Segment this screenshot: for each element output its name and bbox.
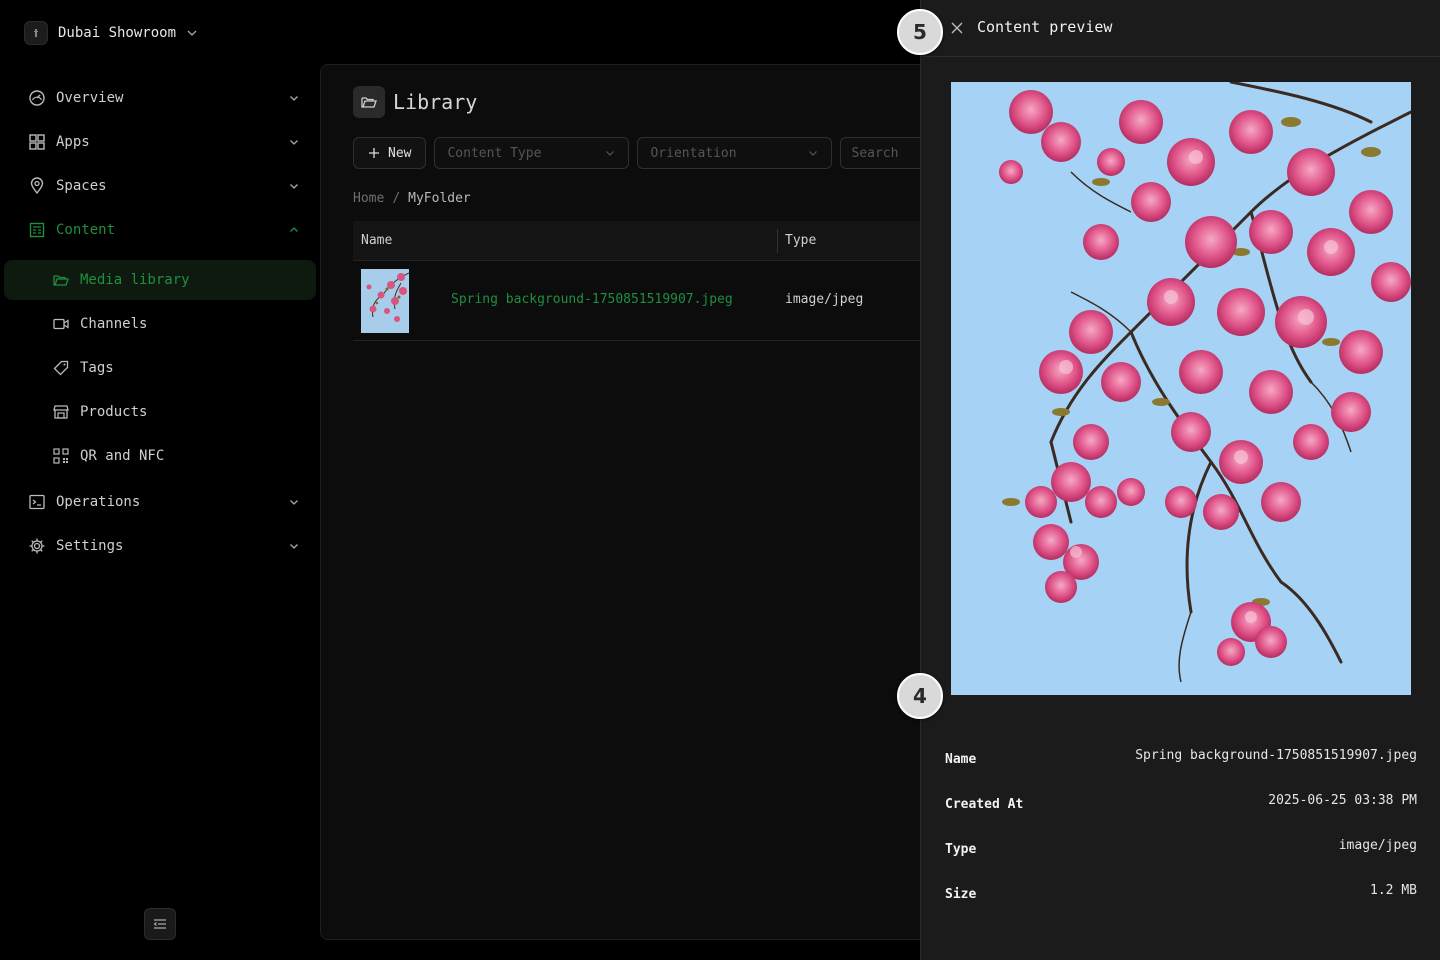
library-header: Library <box>353 85 477 119</box>
qr-code-icon <box>52 447 70 465</box>
chevron-down-icon <box>290 96 298 101</box>
search-placeholder: Search <box>851 145 899 161</box>
detail-label: Size <box>945 887 977 902</box>
detail-label: Type <box>945 842 977 857</box>
chevron-down-icon <box>187 30 197 36</box>
column-header-name[interactable]: Name <box>361 233 392 248</box>
detail-value: 1.2 MB <box>1370 883 1417 898</box>
sidebar-item-label: Operations <box>56 494 141 510</box>
sidebar-item-spaces[interactable]: Spaces <box>16 166 316 206</box>
orientation-placeholder: Orientation <box>650 145 737 161</box>
detail-value: 2025-06-25 03:38 PM <box>1268 793 1417 808</box>
sidebar-item-channels[interactable]: Channels <box>4 304 316 344</box>
column-header-type[interactable]: Type <box>785 233 816 248</box>
workspace-name: Dubai Showroom <box>58 25 177 41</box>
breadcrumb-current: MyFolder <box>408 191 471 206</box>
preview-image <box>951 82 1411 695</box>
grid-icon <box>28 133 46 151</box>
chevron-down-icon <box>290 140 298 145</box>
new-button[interactable]: New <box>353 137 427 169</box>
folder-open-icon <box>353 86 385 118</box>
detail-label: Name <box>945 752 977 767</box>
content-type-select[interactable]: Content Type <box>434 137 630 169</box>
chevron-down-icon <box>290 500 298 505</box>
orientation-select[interactable]: Orientation <box>637 137 833 169</box>
content-preview-drawer: Content preview Name Spring background-1… <box>920 0 1440 960</box>
drawer-header: Content preview <box>921 0 1440 57</box>
sidebar-item-label: Overview <box>56 90 124 106</box>
media-file-type: image/jpeg <box>785 292 864 307</box>
breadcrumb: Home / MyFolder <box>353 191 471 206</box>
breadcrumb-home[interactable]: Home <box>353 191 384 206</box>
gauge-icon <box>28 89 46 107</box>
folder-open-icon <box>52 271 70 289</box>
sidebar-item-label: Content <box>56 222 116 238</box>
chevron-down-icon <box>290 184 298 189</box>
sidebar-item-label: Tags <box>80 360 114 376</box>
tag-icon <box>52 359 70 377</box>
sidebar-item-qr-nfc[interactable]: QR and NFC <box>4 436 316 476</box>
collapse-sidebar-icon <box>153 919 166 929</box>
sidebar-item-settings[interactable]: Settings <box>16 526 316 566</box>
sidebar-item-tags[interactable]: Tags <box>4 348 316 388</box>
new-button-label: New <box>388 145 412 161</box>
sidebar-item-label: Spaces <box>56 178 107 194</box>
media-file-name-link[interactable]: Spring background-1750851519907.jpeg <box>451 292 733 307</box>
newspaper-icon <box>28 221 46 239</box>
collapse-sidebar-button[interactable] <box>144 908 176 940</box>
detail-row-name: Name Spring background-1750851519907.jpe… <box>945 748 1417 772</box>
sidebar-item-content[interactable]: Content <box>16 210 316 250</box>
gear-icon <box>28 537 46 555</box>
chevron-down-icon <box>290 544 298 549</box>
sidebar-item-label: Media library <box>80 272 190 288</box>
close-icon <box>951 22 963 34</box>
sidebar-item-label: QR and NFC <box>80 448 165 464</box>
chevron-up-icon <box>290 227 298 232</box>
detail-row-type: Type image/jpeg <box>945 838 1417 862</box>
column-divider[interactable] <box>777 229 778 253</box>
detail-row-size: Size 1.2 MB <box>945 883 1417 907</box>
sidebar-item-label: Products <box>80 404 148 420</box>
step-badge-image: 4 <box>897 673 943 719</box>
sidebar-item-overview[interactable]: Overview <box>16 78 316 118</box>
chevron-down-icon <box>606 151 615 156</box>
breadcrumb-separator: / <box>392 191 401 206</box>
sidebar-item-label: Channels <box>80 316 148 332</box>
step-badge-close: 5 <box>897 9 943 55</box>
store-icon <box>52 403 70 421</box>
detail-row-created-at: Created At 2025-06-25 03:38 PM <box>945 793 1417 817</box>
drawer-title: Content preview <box>977 18 1113 36</box>
plus-icon <box>369 148 379 158</box>
page-title: Library <box>393 90 478 114</box>
sidebar-item-operations[interactable]: Operations <box>16 482 316 522</box>
sidebar-item-products[interactable]: Products <box>4 392 316 432</box>
close-button[interactable] <box>949 20 965 36</box>
workspace-switcher[interactable]: Dubai Showroom <box>24 20 198 46</box>
sidebar-item-apps[interactable]: Apps <box>16 122 316 162</box>
sidebar: Dubai Showroom Overview Apps Spaces Cont… <box>0 0 320 960</box>
terminal-icon <box>28 493 46 511</box>
detail-value: image/jpeg <box>1338 838 1417 853</box>
chevron-down-icon <box>809 151 818 156</box>
sidebar-item-label: Apps <box>56 134 90 150</box>
sidebar-item-media-library[interactable]: Media library <box>4 260 316 300</box>
media-thumbnail[interactable] <box>361 269 409 333</box>
detail-value: Spring background-1750851519907.jpeg <box>1135 748 1417 763</box>
video-icon <box>52 315 70 333</box>
workspace-logo-icon <box>24 21 48 45</box>
detail-label: Created At <box>945 797 1024 812</box>
content-type-placeholder: Content Type <box>447 145 542 161</box>
map-pin-icon <box>28 177 46 195</box>
sidebar-item-label: Settings <box>56 538 124 554</box>
